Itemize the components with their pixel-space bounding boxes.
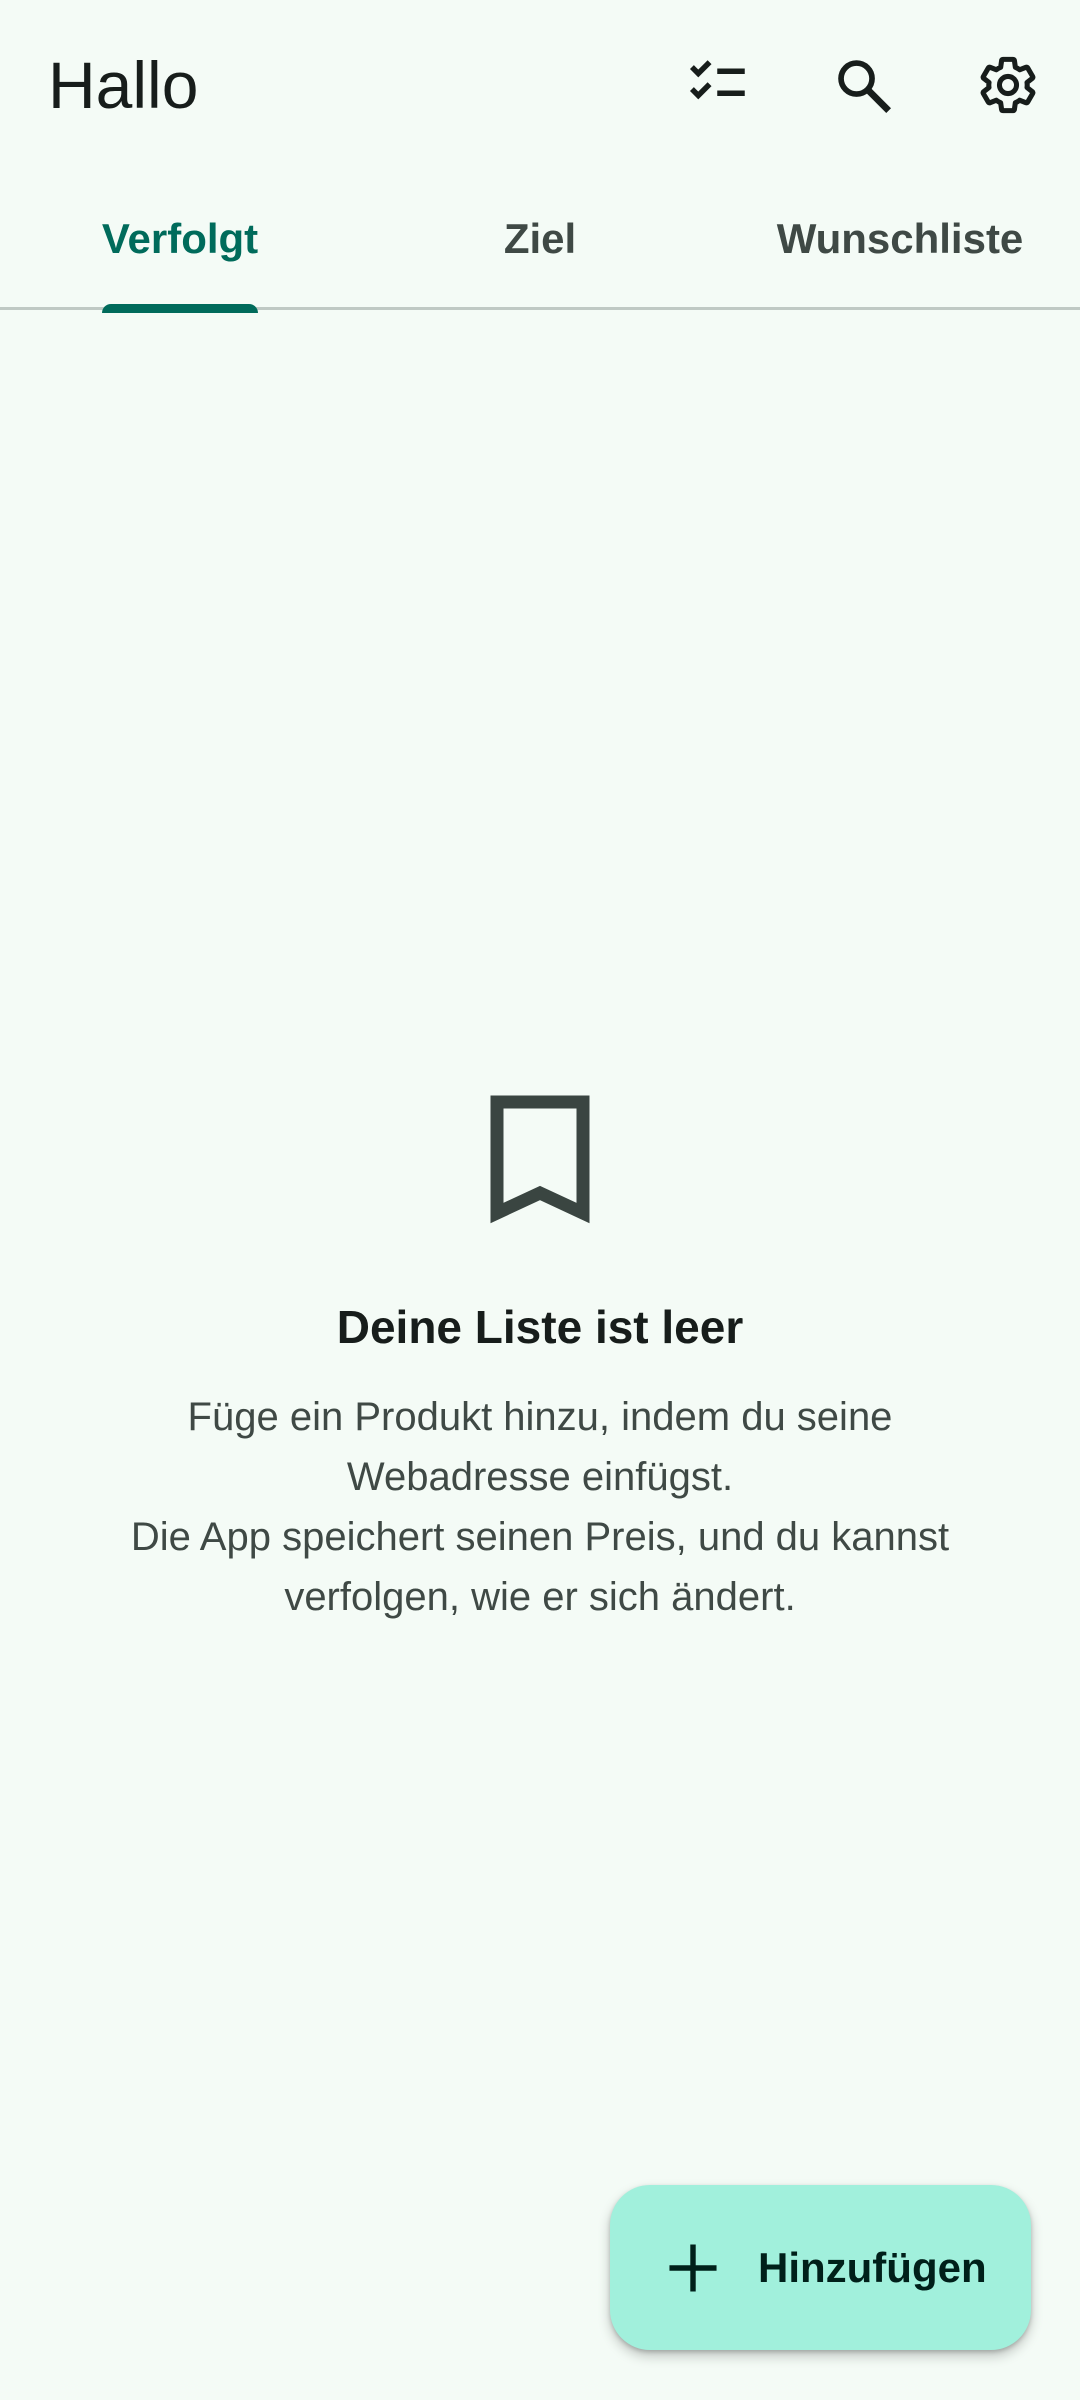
add-product-button[interactable]: Hinzufügen (610, 2185, 1031, 2350)
tab-label-text: Verfolgt (101, 214, 259, 262)
empty-state: Deine Liste ist leer Füge ein Produkt hi… (0, 1095, 1080, 1627)
plus-icon (669, 2243, 717, 2292)
tab-label: Verfolgt (101, 214, 259, 313)
add-button-label: Hinzufügen (758, 2243, 987, 2291)
active-tab-indicator (101, 303, 259, 313)
search-button[interactable] (813, 40, 913, 130)
settings-gear-icon (980, 56, 1036, 114)
empty-state-line: Die App speichert seinen Preis, und du k… (130, 1515, 950, 1559)
bookmark-icon (490, 1095, 590, 1224)
tab-wunschliste[interactable]: Wunschliste (720, 170, 1080, 307)
tab-bar: Verfolgt Ziel Wunschliste (0, 170, 1080, 313)
checklist-button[interactable] (670, 40, 770, 130)
empty-state-line: verfolgen, wie er sich ändert. (284, 1575, 796, 1619)
tab-verfolgt[interactable]: Verfolgt (0, 170, 360, 313)
empty-state-line: Webadresse einfügst. (346, 1455, 734, 1499)
empty-state-title: Deine Liste ist leer (336, 1301, 744, 1353)
tab-ziel[interactable]: Ziel (360, 170, 720, 307)
top-app-bar: Hallo (0, 0, 1080, 170)
tab-label: Wunschliste (776, 214, 1024, 262)
settings-button[interactable] (958, 40, 1058, 130)
tab-label: Ziel (503, 214, 577, 262)
screen: Hallo Verfolgt Ziel Wunschliste Deine Li… (0, 0, 1080, 2400)
page-title: Hallo (48, 48, 199, 122)
empty-state-line: Füge ein Produkt hinzu, indem du seine (187, 1395, 893, 1439)
search-icon (838, 60, 891, 113)
empty-state-description: Füge ein Produkt hinzu, indem du seine W… (60, 1387, 1020, 1627)
checklist-icon (689, 60, 745, 100)
